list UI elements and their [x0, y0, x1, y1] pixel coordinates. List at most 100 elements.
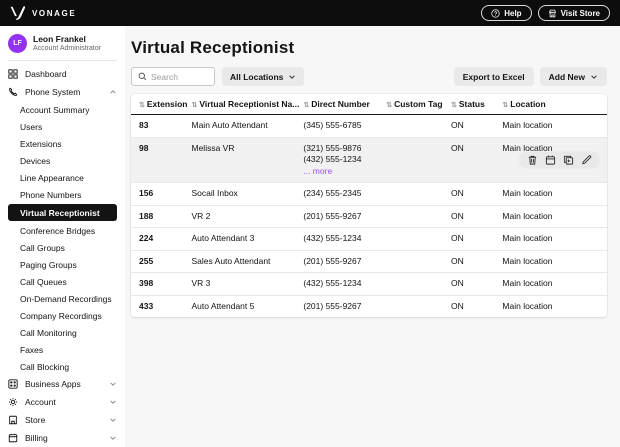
location-filter-dropdown[interactable]: All Locations: [222, 67, 304, 86]
sidebar-item-paging-groups[interactable]: Paging Groups: [0, 256, 125, 273]
cell-direct-number: (345) 555-6785: [303, 115, 386, 138]
table-row[interactable]: 433Auto Attendant 5(201) 555-9267ONMain …: [131, 295, 607, 317]
cell-location: Main location: [502, 273, 607, 296]
cell-direct-number: (432) 555-1234: [303, 273, 386, 296]
search-input[interactable]: [151, 72, 208, 82]
sort-icon[interactable]: ⇅: [386, 102, 391, 109]
help-button[interactable]: Help: [481, 5, 531, 21]
table-body: 83Main Auto Attendant(345) 555-6785ONMai…: [131, 115, 607, 318]
sidebar-item-extensions[interactable]: Extensions: [0, 135, 125, 152]
sort-icon[interactable]: ⇅: [192, 102, 197, 109]
cell-status: ON: [451, 183, 502, 206]
sidebar-item-phone-system[interactable]: Phone System: [0, 83, 125, 101]
location-label: Main location: [502, 278, 552, 288]
cell-name: Melissa VR: [192, 137, 304, 183]
visit-store-button[interactable]: Visit Store: [538, 5, 610, 21]
table-row[interactable]: 188VR 2(201) 555-9267ONMain location: [131, 205, 607, 228]
location-label: Main location: [502, 211, 552, 221]
user-chip[interactable]: LF Leon Frankel Account Administrator: [0, 26, 125, 60]
sidebar-item-dashboard[interactable]: Dashboard: [0, 65, 125, 83]
direct-number: (321) 555-9876: [303, 143, 382, 155]
direct-number: (432) 555-1234: [303, 154, 382, 166]
question-circle-icon: [491, 9, 500, 18]
sidebar-item-call-groups[interactable]: Call Groups: [0, 239, 125, 256]
export-label: Export to Excel: [463, 72, 525, 82]
storefront-icon: [548, 9, 557, 18]
direct-number: (234) 555-2345: [303, 188, 382, 200]
add-new-button[interactable]: Add New: [540, 67, 607, 86]
table-row[interactable]: 398VR 3(432) 555-1234ONMain location: [131, 273, 607, 296]
column-header-label: Virtual Receptionist Na...: [199, 99, 299, 109]
sidebar-item-virtual-receptionist[interactable]: Virtual Receptionist: [8, 204, 117, 221]
export-to-excel-button[interactable]: Export to Excel: [454, 67, 534, 86]
user-role: Account Administrator: [33, 44, 101, 53]
cell-custom-tag: [386, 205, 451, 228]
table-row[interactable]: 224Auto Attendant 3(432) 555-1234ONMain …: [131, 228, 607, 251]
trash-icon: [527, 154, 538, 165]
sort-icon[interactable]: ⇅: [451, 102, 456, 109]
location-label: Main location: [502, 188, 552, 198]
sidebar-item-call-monitoring[interactable]: Call Monitoring: [0, 324, 125, 341]
more-numbers-link[interactable]: ... more: [303, 166, 382, 178]
sidebar-item-account-summary[interactable]: Account Summary: [0, 101, 125, 118]
sidebar-item-conference-bridges[interactable]: Conference Bridges: [0, 222, 125, 239]
sidebar-item-store[interactable]: Store: [0, 411, 125, 429]
copy-icon: [563, 154, 574, 165]
trash-button[interactable]: [527, 154, 538, 165]
cell-status: ON: [451, 273, 502, 296]
table-row[interactable]: 255Sales Auto Attendant(201) 555-9267ONM…: [131, 250, 607, 273]
sidebar-item-billing[interactable]: Billing: [0, 429, 125, 447]
table-header-row: ⇅Extension⇅Virtual Receptionist Na...⇅Di…: [131, 94, 607, 115]
sidebar-nav: DashboardPhone SystemAccount SummaryUser…: [0, 65, 125, 447]
sidebar-item-company-recordings[interactable]: Company Recordings: [0, 307, 125, 324]
sidebar-item-business-apps[interactable]: Business Apps: [0, 375, 125, 393]
sidebar-item-devices[interactable]: Devices: [0, 152, 125, 169]
sidebar-item-faxes[interactable]: Faxes: [0, 341, 125, 358]
direct-number: (201) 555-9267: [303, 211, 382, 223]
sidebar-item-on-demand-recordings[interactable]: On-Demand Recordings: [0, 290, 125, 307]
sidebar-item-account[interactable]: Account: [0, 393, 125, 411]
cell-location: Main location: [502, 205, 607, 228]
sidebar-item-phone-numbers[interactable]: Phone Numbers: [0, 186, 125, 203]
location-label: Main location: [502, 233, 552, 243]
chevron-down-icon: [109, 398, 117, 406]
search-box[interactable]: [131, 67, 215, 86]
sidebar-item-call-queues[interactable]: Call Queues: [0, 273, 125, 290]
sort-icon[interactable]: ⇅: [502, 102, 507, 109]
sidebar-item-users[interactable]: Users: [0, 118, 125, 135]
column-header[interactable]: ⇅Status: [451, 94, 502, 115]
column-header[interactable]: ⇅Extension: [131, 94, 192, 115]
cell-direct-number: (201) 555-9267: [303, 205, 386, 228]
column-header[interactable]: ⇅Custom Tag: [386, 94, 451, 115]
chevron-down-icon: [109, 380, 117, 388]
pencil-button[interactable]: [581, 154, 592, 165]
cell-name: VR 3: [192, 273, 304, 296]
direct-number: (432) 555-1234: [303, 278, 382, 290]
table-row[interactable]: 156Socail Inbox(234) 555-2345ONMain loca…: [131, 183, 607, 206]
main-content: Virtual Receptionist All Locations Expor…: [125, 26, 620, 447]
cell-custom-tag: [386, 295, 451, 317]
sort-icon[interactable]: ⇅: [303, 102, 308, 109]
column-header[interactable]: ⇅Direct Number: [303, 94, 386, 115]
column-header-label: Custom Tag: [394, 99, 442, 109]
direct-number: (432) 555-1234: [303, 233, 382, 245]
cell-extension: 156: [131, 183, 192, 206]
column-header[interactable]: ⇅Virtual Receptionist Na...: [192, 94, 304, 115]
cell-location: Main location: [502, 250, 607, 273]
cell-direct-number: (234) 555-2345: [303, 183, 386, 206]
vonage-v-icon: [10, 6, 25, 20]
calendar-button[interactable]: [545, 154, 556, 165]
direct-number: (201) 555-9267: [303, 256, 382, 268]
cell-extension: 255: [131, 250, 192, 273]
apps-icon: [8, 379, 18, 389]
sidebar-item-line-appearance[interactable]: Line Appearance: [0, 169, 125, 186]
copy-button[interactable]: [563, 154, 574, 165]
sidebar-item-call-blocking[interactable]: Call Blocking: [0, 358, 125, 375]
cell-extension: 98: [131, 137, 192, 183]
table-row[interactable]: 83Main Auto Attendant(345) 555-6785ONMai…: [131, 115, 607, 138]
cell-status: ON: [451, 115, 502, 138]
column-header[interactable]: ⇅Location: [502, 94, 607, 115]
cell-custom-tag: [386, 183, 451, 206]
table-row[interactable]: 98Melissa VR(321) 555-9876(432) 555-1234…: [131, 137, 607, 183]
sort-icon[interactable]: ⇅: [139, 102, 144, 109]
